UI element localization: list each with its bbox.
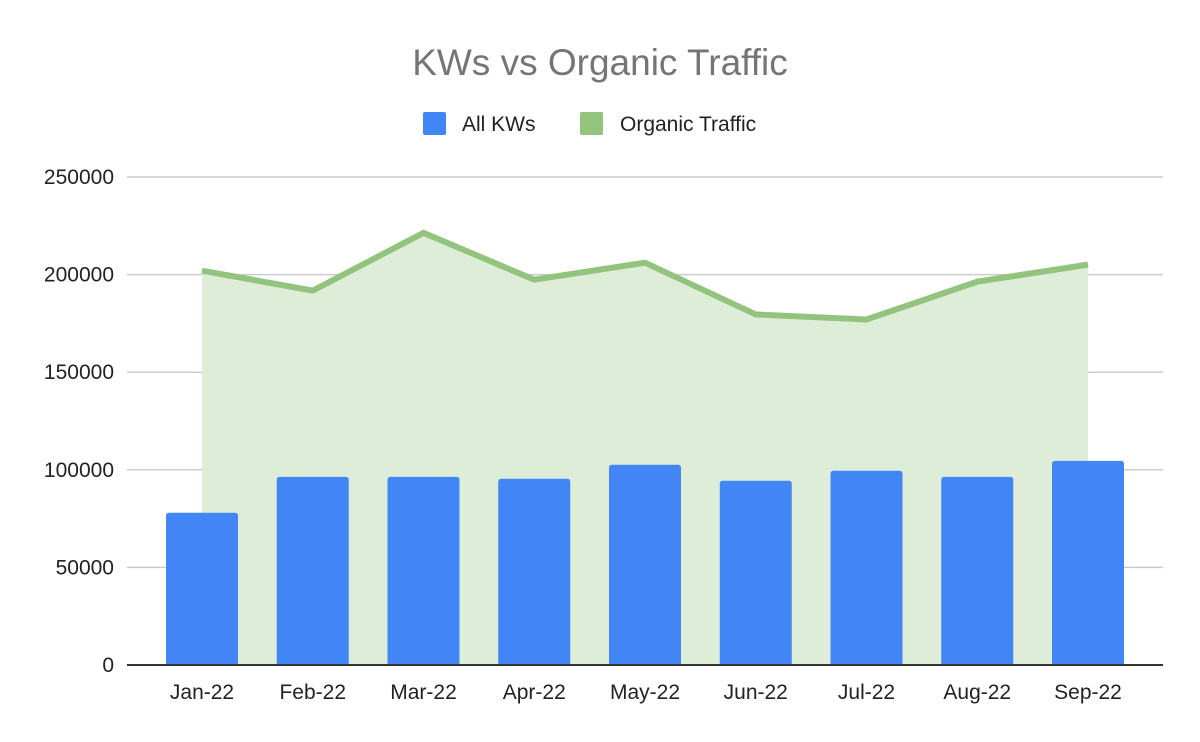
x-tick-label: Apr-22 bbox=[503, 681, 566, 704]
chart-title: KWs vs Organic Traffic bbox=[412, 42, 788, 83]
bar-all-kws-aug-22[interactable] bbox=[941, 476, 1014, 665]
legend-swatch-organic-traffic bbox=[580, 112, 603, 135]
legend-item-organic-traffic[interactable]: Organic Traffic bbox=[580, 112, 756, 136]
bar-all-kws-may-22[interactable] bbox=[609, 464, 681, 665]
x-tick-label: Jun-22 bbox=[724, 681, 788, 704]
bar-all-kws-jun-22[interactable] bbox=[719, 480, 792, 665]
bar-all-kws-jul-22[interactable] bbox=[830, 470, 903, 665]
y-tick-label: 100000 bbox=[44, 459, 114, 482]
chart: KWs vs Organic Traffic All KWs Organic T… bbox=[44, 42, 1163, 704]
y-axis-tick-labels: 0 50000 100000 150000 200000 250000 bbox=[44, 166, 114, 677]
legend: All KWs Organic Traffic bbox=[423, 112, 756, 136]
y-tick-label: 250000 bbox=[44, 166, 114, 189]
bar-all-kws-jan-22[interactable] bbox=[166, 512, 238, 665]
x-tick-label: May-22 bbox=[610, 681, 680, 704]
x-axis-tick-labels: Jan-22 Feb-22 Mar-22 Apr-22 May-22 Jun-22 Jul-… bbox=[170, 681, 1122, 704]
legend-label-organic-traffic: Organic Traffic bbox=[620, 113, 756, 136]
bar-all-kws-mar-22[interactable] bbox=[387, 476, 460, 665]
x-tick-label: Sep-22 bbox=[1054, 681, 1122, 704]
all-kws-bar-layer bbox=[166, 460, 1124, 665]
x-tick-label: Aug-22 bbox=[943, 681, 1011, 704]
x-tick-label: Mar-22 bbox=[390, 681, 457, 704]
y-tick-label: 200000 bbox=[44, 264, 114, 287]
y-tick-label: 150000 bbox=[44, 361, 114, 384]
x-tick-label: Jul-22 bbox=[838, 681, 895, 704]
bar-all-kws-feb-22[interactable] bbox=[276, 476, 349, 665]
legend-item-all-kws[interactable]: All KWs bbox=[423, 112, 536, 136]
bar-all-kws-apr-22[interactable] bbox=[498, 478, 571, 665]
y-tick-label: 50000 bbox=[56, 556, 114, 579]
legend-swatch-all-kws bbox=[423, 112, 446, 135]
bar-all-kws-sep-22[interactable] bbox=[1052, 460, 1124, 665]
legend-label-all-kws: All KWs bbox=[462, 113, 536, 136]
y-tick-label: 0 bbox=[102, 654, 114, 677]
x-tick-label: Jan-22 bbox=[170, 681, 234, 704]
x-tick-label: Feb-22 bbox=[279, 681, 346, 704]
